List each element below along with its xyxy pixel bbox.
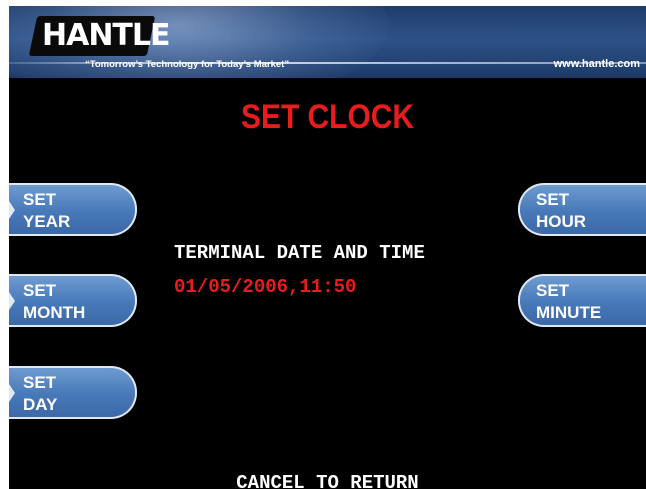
datetime-label: TERMINAL DATE AND TIME: [174, 242, 425, 264]
arrow-notch-icon: [9, 201, 15, 219]
arrow-notch-icon: [9, 384, 15, 402]
page-title: SET CLOCK: [241, 98, 414, 136]
button-label: SET MINUTE: [536, 281, 602, 322]
button-label: SET DAY: [23, 373, 58, 414]
header-banner: HANTLE “Tomorrow’s Technology for Today’…: [9, 6, 646, 78]
set-month-button[interactable]: SET MONTH: [9, 274, 137, 327]
set-minute-button[interactable]: SET MINUTE: [518, 274, 646, 327]
button-label: SET YEAR: [23, 190, 71, 231]
cancel-prompt: CANCEL TO RETURN: [236, 472, 419, 489]
set-hour-button[interactable]: SET HOUR: [518, 183, 646, 236]
atm-screen: HANTLE “Tomorrow’s Technology for Today’…: [9, 6, 646, 489]
button-label: SET HOUR: [536, 190, 587, 231]
datetime-value: 01/05/2006,11:50: [174, 276, 357, 298]
set-year-button[interactable]: SET YEAR: [9, 183, 137, 236]
tagline: “Tomorrow’s Technology for Today’s Marke…: [85, 59, 290, 70]
website-url: www.hantle.com: [553, 58, 640, 70]
hantle-logo: HANTLE: [42, 18, 171, 53]
set-day-button[interactable]: SET DAY: [9, 366, 137, 419]
button-label: SET MONTH: [23, 281, 86, 322]
arrow-notch-icon: [9, 292, 15, 310]
